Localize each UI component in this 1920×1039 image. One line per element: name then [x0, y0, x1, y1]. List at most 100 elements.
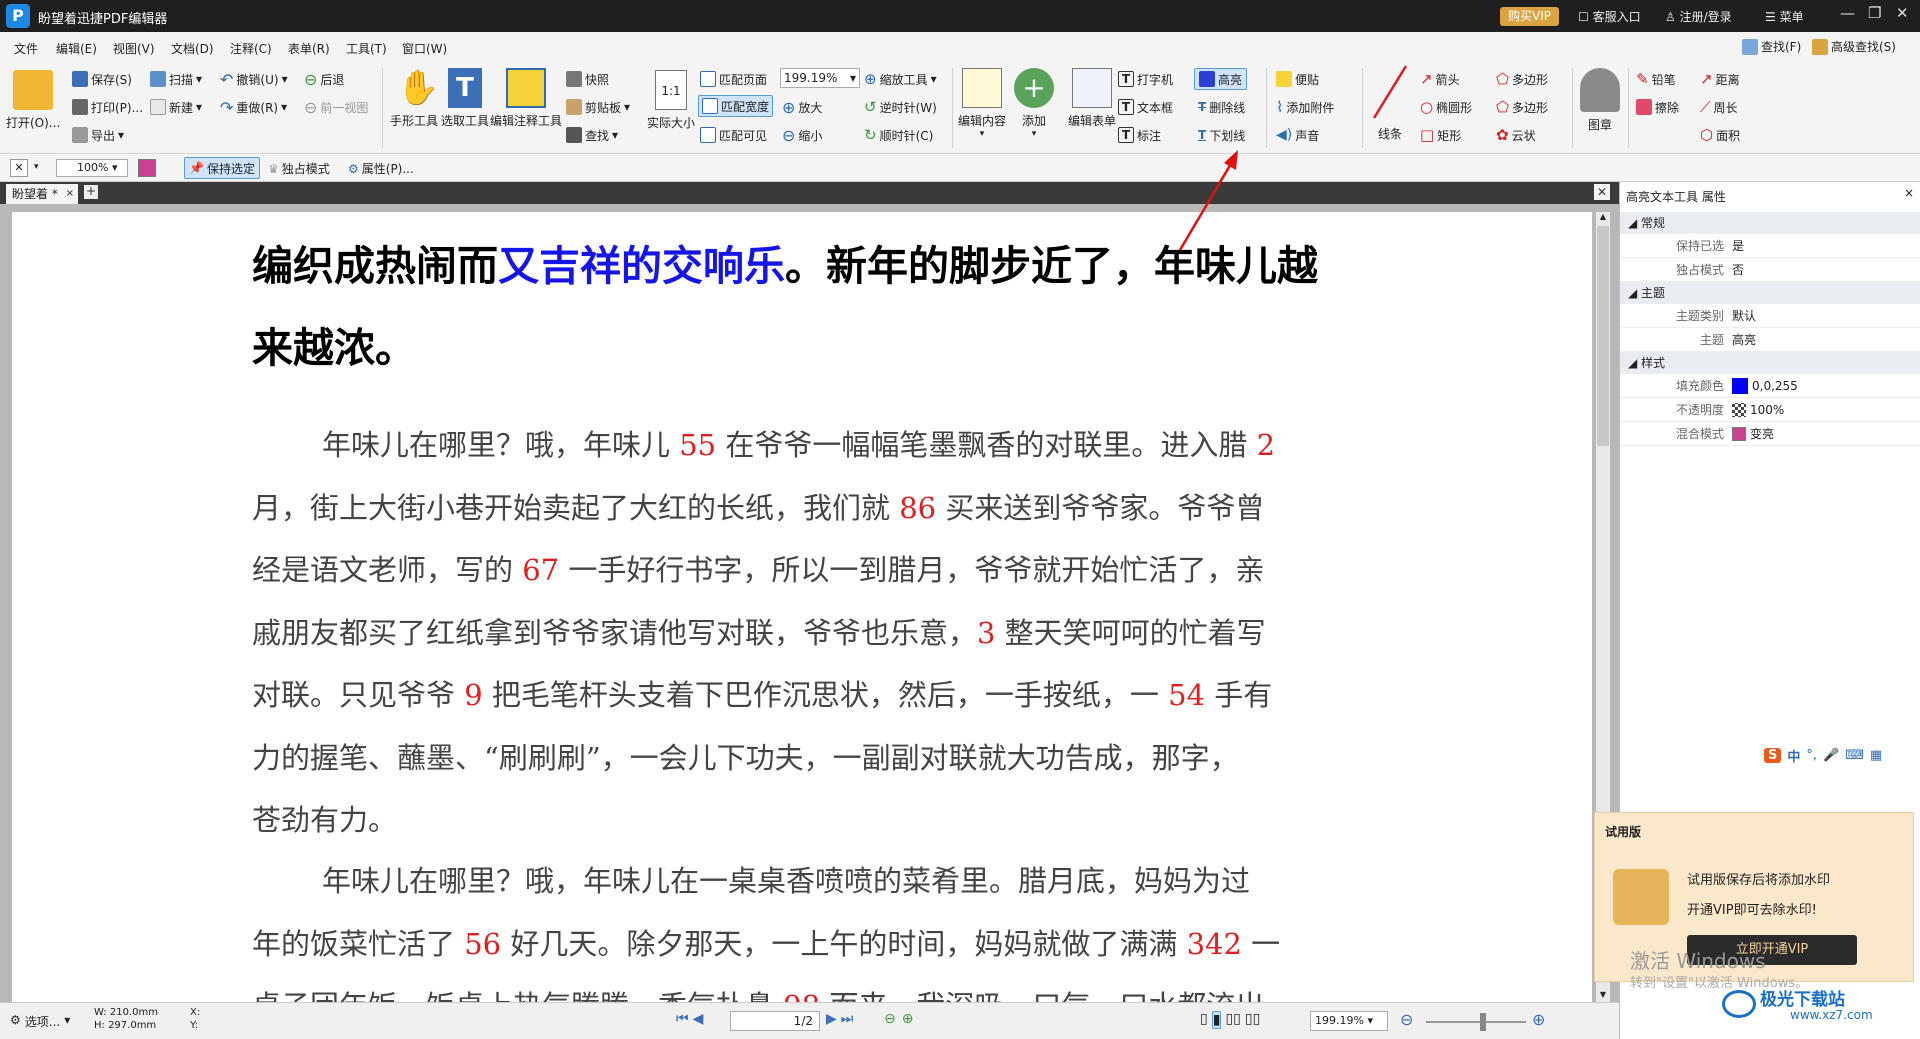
menu-button[interactable]: ☰ 菜单	[1765, 8, 1804, 25]
edit-annotation-tool-button[interactable]: 编辑注释工具	[490, 68, 562, 129]
property-row[interactable]: 主题类别 默认	[1620, 304, 1920, 328]
page-nav-first[interactable]: ⏮ ◀	[676, 1011, 703, 1027]
history-nav[interactable]: ⊖ ⊕	[884, 1011, 913, 1027]
new-tab-icon[interactable]: +	[84, 185, 98, 199]
continuous-page-icon[interactable]: ▮	[1211, 1011, 1222, 1029]
keyboard-icon[interactable]: ⌨	[1845, 748, 1864, 763]
scroll-thumb[interactable]	[1597, 226, 1609, 446]
distance-button[interactable]: ↗ 距离	[1700, 68, 1740, 90]
facing-page-icon[interactable]: ▯▯	[1225, 1011, 1240, 1029]
zoom-out-button[interactable]: ⊖ 缩小	[782, 124, 822, 146]
hand-tool-button[interactable]: ✋ 手形工具	[386, 68, 442, 129]
advanced-find-button[interactable]: 高级查找(S)	[1812, 38, 1896, 55]
typewriter-button[interactable]: T 打字机	[1118, 68, 1173, 90]
next-page-icon[interactable]: ▶	[826, 1011, 837, 1027]
open-button[interactable]: 打开(O)...	[6, 70, 60, 131]
highlight-button[interactable]: 高亮	[1194, 68, 1248, 90]
color-swatch[interactable]	[1732, 378, 1748, 394]
eraser-button[interactable]: 擦除	[1636, 96, 1679, 118]
edit-form-button[interactable]: 编辑表单	[1060, 68, 1124, 129]
microphone-icon[interactable]: 🎤	[1823, 748, 1839, 763]
chevron-down-icon[interactable]: ▾	[34, 162, 39, 172]
zoom-tool-button[interactable]: ⊕ 缩放工具 ▾	[864, 68, 937, 90]
sound-button[interactable]: ◀) 声音	[1276, 124, 1319, 146]
zoom-select[interactable]: 199.19% ▾	[780, 68, 860, 88]
panel-close-icon[interactable]: ×	[1904, 186, 1914, 200]
minimize-icon[interactable]: —	[1840, 4, 1855, 22]
export-button[interactable]: 导出 ▾	[72, 124, 124, 146]
zoom-in-button[interactable]: ⊕ 放大	[782, 96, 822, 118]
menu-form[interactable]: 表单(R)	[288, 40, 330, 57]
ellipse-button[interactable]: ○ 椭圆形	[1420, 96, 1472, 118]
menu-file[interactable]: 文件	[14, 40, 38, 57]
rotate-ccw-button[interactable]: ↺ 逆时针(W)	[864, 96, 937, 118]
strikeout-button[interactable]: T 删除线	[1198, 96, 1245, 118]
clipboard-button[interactable]: 剪贴板 ▾	[566, 96, 630, 118]
maximize-icon[interactable]: ❐	[1868, 4, 1881, 22]
menu-comment[interactable]: 注释(C)	[230, 40, 272, 57]
polyline-button[interactable]: ⬠ 多边形	[1496, 96, 1548, 118]
ime-language[interactable]: 中	[1787, 746, 1800, 765]
login-button[interactable]: ♙ 注册/登录	[1665, 8, 1732, 25]
line-button[interactable]: 线条	[1366, 62, 1414, 142]
property-section[interactable]: ◢ 样式	[1620, 352, 1920, 374]
property-value[interactable]: 是	[1732, 234, 1744, 258]
rotate-cw-button[interactable]: ↻ 顺时针(C)	[864, 124, 933, 146]
scroll-down-icon[interactable]: ▼	[1597, 990, 1609, 1002]
property-value[interactable]: 高亮	[1732, 328, 1756, 352]
edit-content-button[interactable]: 编辑内容 ▾	[954, 68, 1010, 139]
menu-window[interactable]: 窗口(W)	[402, 40, 447, 57]
fit-page-button[interactable]: 匹配页面	[700, 68, 767, 90]
property-value[interactable]: 变亮	[1732, 422, 1774, 446]
page-nav-last[interactable]: ▶ ⏭	[826, 1011, 853, 1027]
textbox-button[interactable]: T 文本框	[1118, 96, 1173, 118]
rectangle-button[interactable]: □ 矩形	[1420, 124, 1461, 146]
menu-view[interactable]: 视图(V)	[113, 40, 155, 57]
property-row[interactable]: 混合模式 变亮	[1620, 422, 1920, 446]
prev-view-button[interactable]: ⊖ 前一视图	[304, 96, 368, 118]
document-tab[interactable]: 盼望着 * ×	[6, 184, 78, 204]
punctuation-icon[interactable]: °,	[1806, 748, 1817, 763]
property-row[interactable]: 填充颜色 0,0,255	[1620, 374, 1920, 398]
polygon-button[interactable]: ⬠ 多边形	[1496, 68, 1548, 90]
redo-button[interactable]: ↷ 重做(R) ▾	[220, 96, 287, 118]
pdf-page[interactable]: 编织成热闹而又吉祥的交响乐。新年的脚步近了，年味儿越 来越浓。 年味儿在哪里？哦…	[12, 212, 1592, 1002]
back-arrow-icon[interactable]: ⊖	[884, 1011, 896, 1027]
callout-button[interactable]: T 标注	[1118, 124, 1161, 146]
zoom-slider[interactable]	[1426, 1021, 1526, 1023]
property-row[interactable]: 保持已选是	[1620, 234, 1920, 258]
buy-vip-button[interactable]: 购买VIP	[1500, 7, 1559, 26]
options-button[interactable]: ⚙ 选项... ▾	[10, 1013, 70, 1030]
area-button[interactable]: ⬡ 面积	[1700, 124, 1740, 146]
new-button[interactable]: 新建 ▾	[150, 96, 202, 118]
property-row[interactable]: 独占模式否	[1620, 258, 1920, 282]
property-value[interactable]: 否	[1732, 258, 1744, 282]
status-zoom-in-icon[interactable]: ⊕	[1532, 1010, 1545, 1029]
search-button[interactable]: 查找 ▾	[566, 124, 618, 146]
scan-button[interactable]: 扫描 ▾	[150, 68, 202, 90]
property-section[interactable]: ◢ 主题	[1620, 282, 1920, 304]
blend-mode-icon[interactable]	[138, 159, 156, 177]
snapshot-button[interactable]: 快照	[566, 68, 609, 90]
property-value[interactable]: 默认	[1732, 304, 1756, 328]
exclusive-mode-button[interactable]: ♛ 独占模式	[268, 160, 330, 177]
ime-toolbar[interactable]: S 中 °, 🎤 ⌨ ▦	[1764, 746, 1882, 765]
scroll-up-icon[interactable]: ▲	[1597, 212, 1609, 224]
pencil-button[interactable]: ✎ 铅笔	[1636, 68, 1676, 90]
print-button[interactable]: 打印(P)...	[72, 96, 143, 118]
opacity-select[interactable]: 100% ▾	[56, 159, 128, 177]
grid-icon[interactable]: ▦	[1870, 748, 1882, 763]
properties-button[interactable]: ⚙ 属性(P)...	[348, 160, 414, 177]
add-button[interactable]: + 添加 ▾	[1010, 68, 1058, 139]
fit-visible-button[interactable]: 匹配可见	[700, 124, 767, 146]
undo-button[interactable]: ↶ 撤销(U) ▾	[220, 68, 288, 90]
menu-edit[interactable]: 编辑(E)	[56, 40, 97, 57]
sticky-note-button[interactable]: 便贴	[1276, 68, 1319, 90]
page-number-input[interactable]: 1/2	[730, 1011, 820, 1031]
menu-document[interactable]: 文档(D)	[171, 40, 214, 57]
no-fill-icon[interactable]: ✕	[10, 159, 28, 177]
perimeter-button[interactable]: ⟋ 周长	[1700, 96, 1738, 118]
arrow-button[interactable]: ↗ 箭头	[1420, 68, 1460, 90]
property-row[interactable]: 不透明度 100%	[1620, 398, 1920, 422]
first-page-icon[interactable]: ⏮	[676, 1011, 689, 1027]
